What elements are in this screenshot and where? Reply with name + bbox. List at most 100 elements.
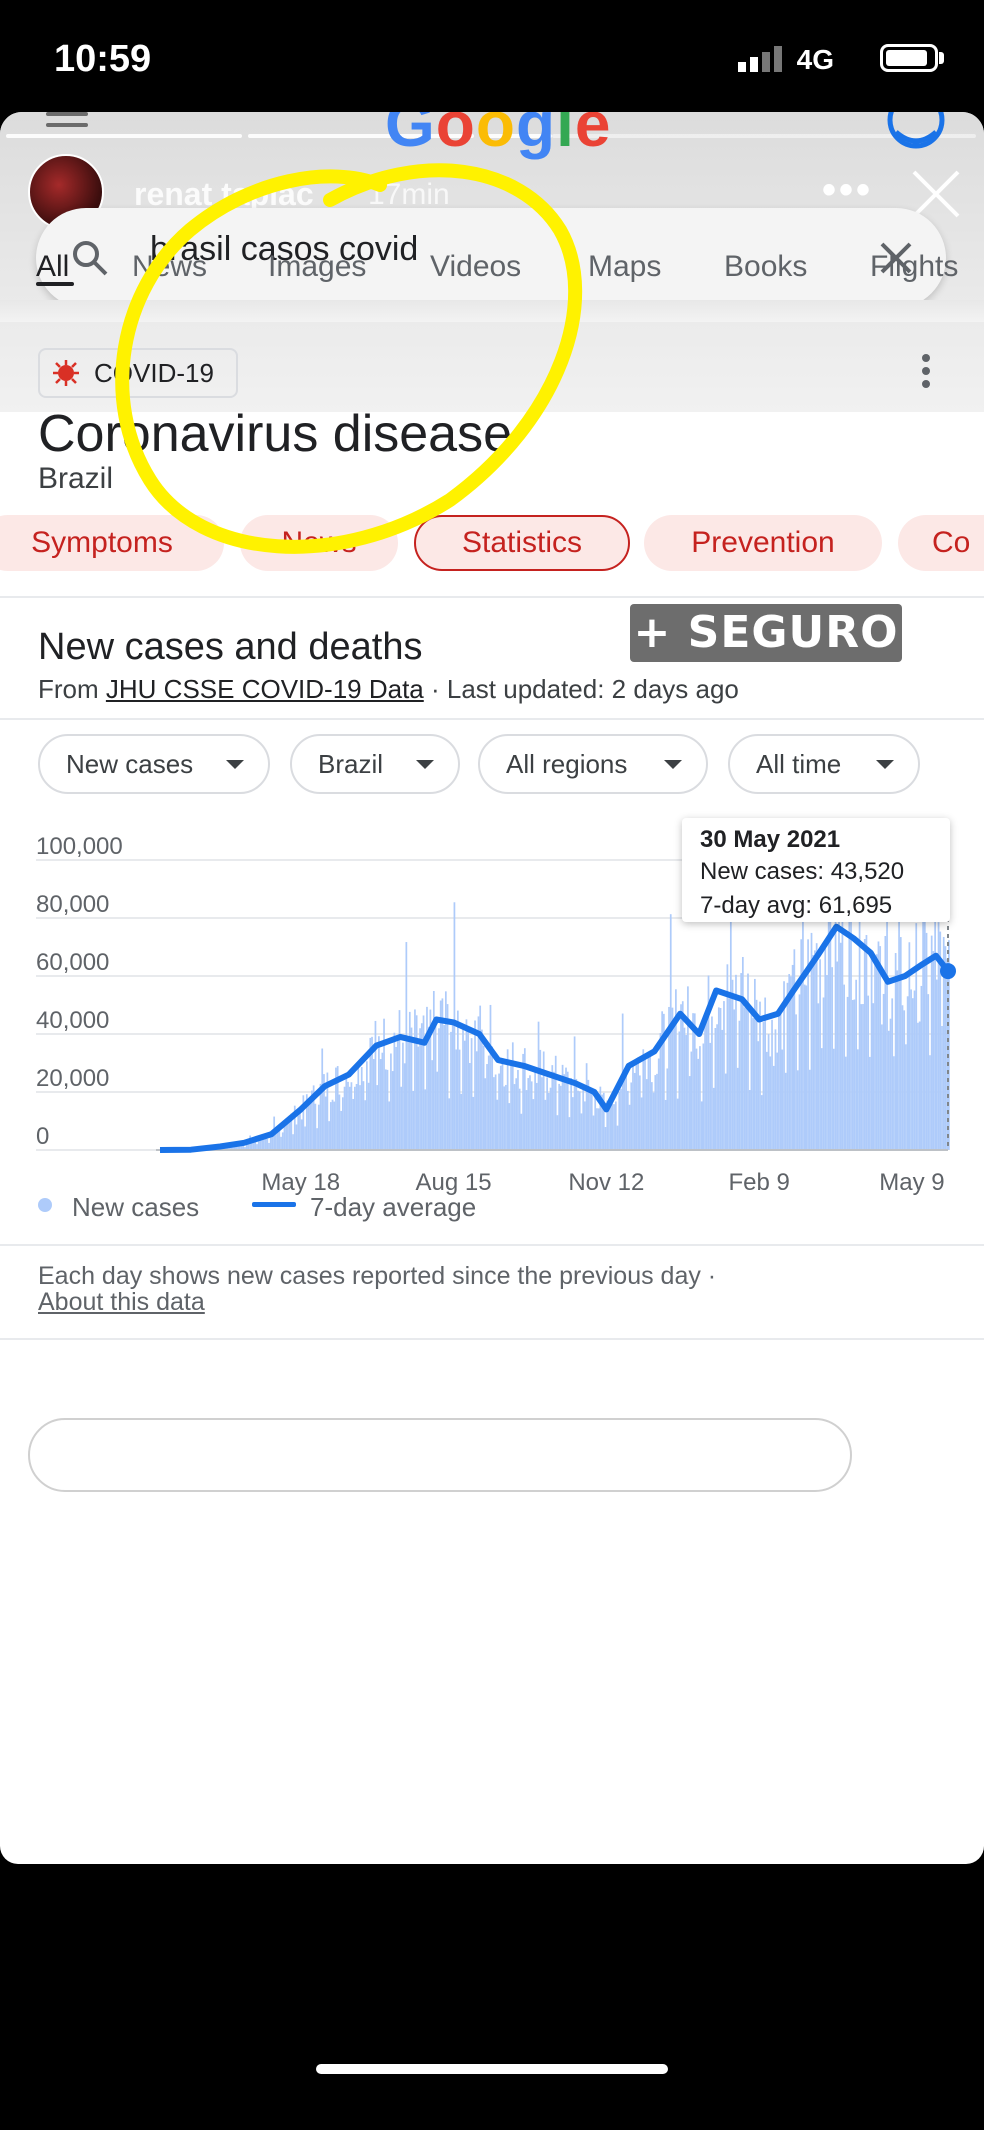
bar-new-cases	[414, 1009, 416, 1150]
bar-new-cases	[474, 1020, 476, 1150]
bar-new-cases	[640, 1097, 643, 1150]
bar-new-cases	[340, 1110, 342, 1150]
bar-new-cases	[525, 1090, 528, 1150]
bar-new-cases	[299, 1112, 301, 1150]
bar-new-cases	[918, 1021, 921, 1150]
bar-new-cases	[438, 1028, 440, 1150]
bar-new-cases	[910, 989, 912, 1150]
bar-new-cases	[814, 950, 816, 1150]
bar-new-cases	[903, 1010, 906, 1150]
bar-new-cases	[927, 994, 930, 1150]
bar-new-cases	[482, 1045, 485, 1150]
y-tick-label: 60,000	[36, 949, 109, 976]
bar-new-cases	[786, 982, 789, 1150]
bar-new-cases	[572, 1097, 574, 1150]
bar-new-cases	[317, 1104, 320, 1150]
bar-new-cases	[513, 1084, 516, 1150]
bar-new-cases	[563, 1074, 566, 1150]
bar-new-cases	[848, 903, 851, 1150]
send-icon[interactable]	[884, 1430, 944, 1484]
bar-new-cases	[769, 1056, 772, 1150]
bar-new-cases	[790, 976, 792, 1150]
bar-new-cases	[398, 1010, 401, 1150]
bar-new-cases	[766, 1051, 768, 1150]
bar-new-cases	[729, 915, 732, 1150]
bar-new-cases	[472, 1096, 475, 1150]
bar-new-cases	[415, 1015, 418, 1150]
bar-new-cases	[350, 1082, 353, 1150]
bar-new-cases	[894, 953, 897, 1150]
bar-new-cases	[590, 1089, 593, 1150]
bar-new-cases	[860, 1004, 863, 1150]
bar-new-cases	[817, 1003, 820, 1150]
bar-new-cases	[341, 1097, 344, 1150]
bar-new-cases	[716, 1024, 718, 1150]
region-dropdown[interactable]: All regions	[478, 734, 708, 794]
bar-new-cases	[345, 1076, 348, 1150]
bar-new-cases	[295, 1124, 298, 1150]
bar-new-cases	[857, 1049, 859, 1150]
bar-new-cases	[434, 1018, 437, 1150]
bar-new-cases	[808, 1069, 811, 1150]
bar-new-cases	[596, 1108, 598, 1150]
bar-new-cases	[410, 1027, 413, 1150]
bar-new-cases	[618, 1091, 621, 1150]
bar-new-cases	[829, 921, 832, 1150]
hover-point	[940, 963, 956, 980]
bar-new-cases	[626, 1090, 629, 1150]
bar-new-cases	[647, 1055, 650, 1150]
bar-new-cases	[819, 959, 821, 1150]
bar-new-cases	[649, 1056, 651, 1150]
bar-new-cases	[511, 1042, 514, 1150]
bar-new-cases	[752, 1018, 755, 1150]
bar-new-cases	[865, 935, 868, 1150]
country-dropdown[interactable]: Brazil	[290, 734, 460, 794]
time-range-dropdown[interactable]: All time	[728, 734, 920, 794]
bar-new-cases	[846, 996, 849, 1150]
bar-new-cases	[839, 942, 842, 1150]
bar-new-cases	[367, 1082, 370, 1150]
bar-new-cases	[465, 1019, 468, 1150]
bar-new-cases	[417, 1046, 420, 1150]
bar-new-cases	[391, 1071, 394, 1150]
about-data-link[interactable]: About this data	[38, 1288, 205, 1317]
bar-new-cases	[675, 989, 677, 1150]
bar-new-cases	[930, 935, 933, 1150]
bar-new-cases	[364, 1100, 367, 1150]
bar-new-cases	[553, 1071, 555, 1150]
bar-new-cases	[712, 1087, 715, 1150]
bar-new-cases	[503, 1086, 506, 1150]
bar-new-cases	[781, 1049, 784, 1150]
bar-new-cases	[386, 1069, 389, 1150]
bar-new-cases	[611, 1104, 614, 1150]
bar-new-cases	[735, 974, 737, 1150]
bar-new-cases	[869, 1056, 871, 1150]
x-tick-label: Feb 9	[728, 1169, 789, 1196]
section-divider	[0, 718, 984, 720]
bar-new-cases	[680, 1004, 682, 1150]
bar-new-cases	[481, 1029, 483, 1150]
bar-new-cases	[300, 1119, 303, 1150]
bar-new-cases	[604, 1127, 607, 1150]
y-tick-label: 80,000	[36, 891, 109, 918]
bar-new-cases	[374, 1020, 377, 1150]
bar-new-cases	[534, 1069, 536, 1150]
legend-cases-dot	[38, 1198, 52, 1212]
bar-new-cases	[779, 1006, 782, 1150]
bar-new-cases	[424, 1089, 427, 1150]
source-link[interactable]: JHU CSSE COVID-19 Data	[106, 674, 424, 704]
bar-new-cases	[419, 1028, 421, 1150]
legend-avg-label: 7-day average	[310, 1192, 477, 1222]
metric-dropdown[interactable]: New cases	[38, 734, 270, 794]
bar-new-cases	[585, 1063, 588, 1150]
bar-new-cases	[530, 1081, 533, 1150]
bar-new-cases	[630, 1082, 633, 1150]
bar-new-cases	[832, 1048, 835, 1150]
bar-new-cases	[870, 955, 873, 1150]
bar-new-cases	[616, 1125, 619, 1150]
bar-new-cases	[408, 1011, 411, 1150]
bar-new-cases	[558, 1083, 561, 1150]
bar-new-cases	[750, 1009, 753, 1150]
bar-new-cases	[372, 1059, 375, 1150]
highlight-circle-drawing	[115, 163, 583, 554]
